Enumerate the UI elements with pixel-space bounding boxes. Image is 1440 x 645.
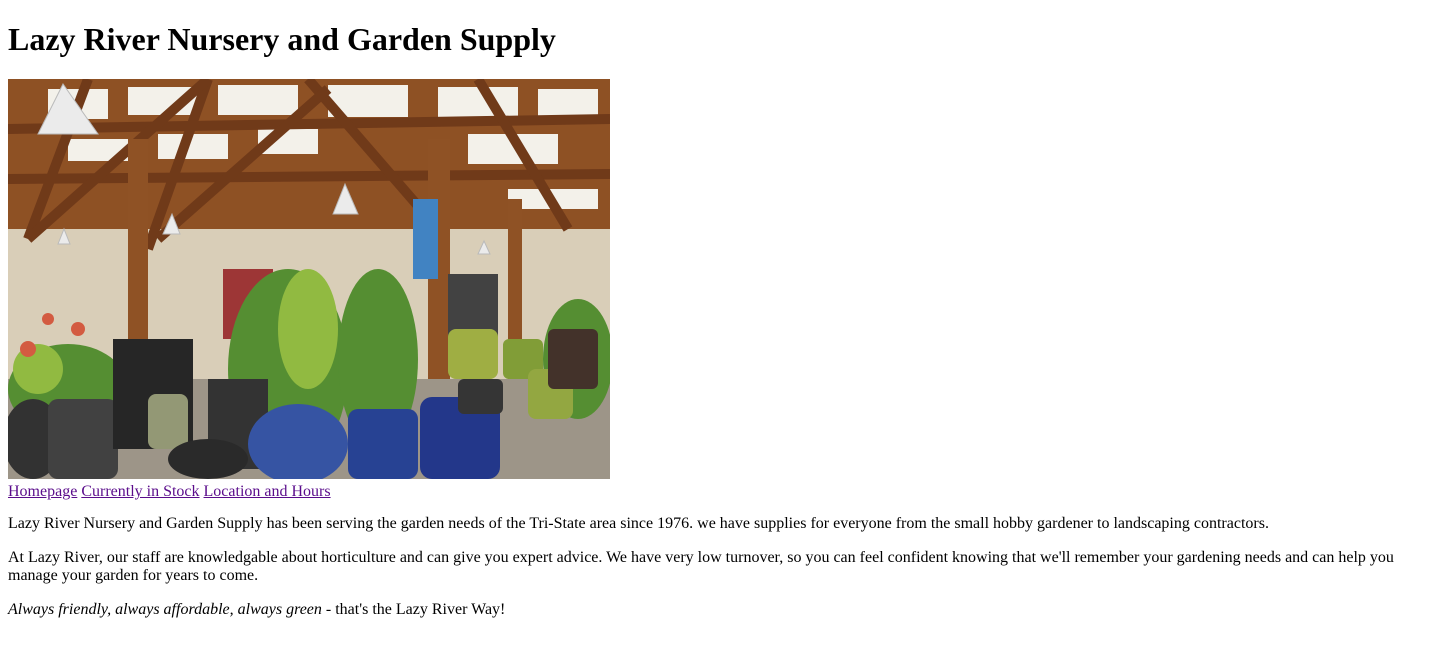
nav-link-location-and-hours[interactable]: Location and Hours	[204, 483, 331, 500]
nav-link-currently-in-stock[interactable]: Currently in Stock	[81, 483, 199, 500]
slogan-paragraph: Always friendly, always affordable, alwa…	[8, 601, 1432, 619]
staff-paragraph: At Lazy River, our staff are knowledgabl…	[8, 549, 1394, 584]
nav-link-homepage[interactable]: Homepage	[8, 483, 77, 500]
slogan-rest: - that's the Lazy River Way!	[321, 601, 506, 618]
main-nav: Homepage Currently in Stock Location and…	[8, 482, 1432, 502]
page-title: Lazy River Nursery and Garden Supply	[8, 21, 556, 57]
garden-center-photo	[8, 79, 610, 479]
slogan-italic: Always friendly, always affordable, alwa…	[8, 601, 322, 618]
intro-paragraph: Lazy River Nursery and Garden Supply has…	[8, 515, 1269, 532]
page-container: Lazy River Nursery and Garden Supply Hom…	[0, 21, 1440, 619]
